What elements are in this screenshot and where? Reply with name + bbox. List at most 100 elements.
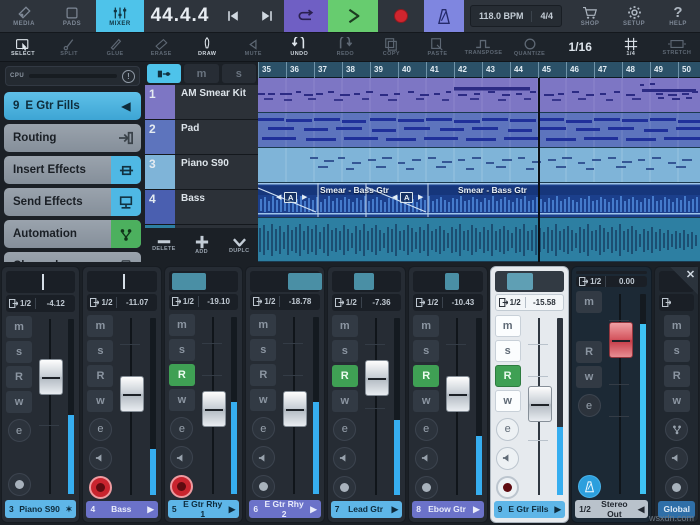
mixer-button[interactable]: MIXER — [96, 0, 144, 32]
time-display[interactable]: 44.4.4 — [144, 0, 216, 32]
pan-slider[interactable] — [413, 271, 482, 292]
tool-select[interactable]: SELECT — [0, 33, 46, 61]
pan-knob[interactable] — [42, 274, 44, 290]
monitor-button[interactable] — [496, 447, 519, 470]
level-value[interactable]: -10.43 — [443, 298, 482, 307]
edit-button[interactable]: e — [578, 394, 601, 417]
edit-button[interactable]: e — [252, 417, 275, 440]
track-row[interactable]: 1 AM Smear Kit — [145, 85, 258, 120]
write-automation-button[interactable]: w — [87, 390, 113, 412]
read-automation-button[interactable]: R — [332, 365, 358, 387]
help-button[interactable]: ? HELP — [656, 0, 700, 32]
global-channel-strip[interactable]: ✕ m s R w — [654, 266, 699, 523]
pan-knob[interactable] — [507, 273, 533, 290]
fader-handle[interactable] — [609, 322, 633, 358]
write-automation-button[interactable]: w — [576, 366, 602, 388]
read-automation-button[interactable]: R — [576, 341, 602, 363]
track-name[interactable]: AM Smear Kit — [175, 85, 258, 119]
pan-slider[interactable] — [495, 271, 564, 292]
fader-handle[interactable] — [120, 376, 144, 412]
write-automation-button[interactable]: w — [6, 391, 32, 413]
fader-area[interactable] — [524, 314, 564, 499]
play-button[interactable] — [328, 0, 378, 32]
channel-strip-3[interactable]: 1/2 -4.12 m s R w e — [1, 266, 80, 523]
lane-track-2[interactable] — [258, 113, 700, 148]
arrange-area[interactable]: 35 36 37 38 39 40 41 42 43 44 45 46 47 4… — [258, 62, 700, 262]
monitor-button[interactable] — [665, 447, 688, 470]
fade-left-arrow-icon[interactable]: ◀ — [276, 193, 281, 201]
pan-slider[interactable] — [87, 271, 156, 292]
loop-button[interactable] — [284, 0, 328, 32]
delete-track-button[interactable]: DELETE — [145, 238, 183, 252]
record-arm-button[interactable] — [170, 475, 193, 498]
go-to-end-button[interactable] — [250, 0, 284, 32]
output-button[interactable]: 1/2 — [87, 298, 116, 307]
master-name-bar[interactable]: 1/2 Stereo Out ◀ — [575, 500, 648, 518]
output-row[interactable]: 1/2 -10.43 — [413, 294, 482, 310]
setup-button[interactable]: SETUP — [612, 0, 656, 32]
output-row[interactable]: 1/2 -4.12 — [6, 295, 75, 312]
write-automation-button[interactable]: w — [664, 390, 690, 412]
write-automation-button[interactable]: w — [332, 390, 358, 412]
record-arm-button[interactable] — [333, 476, 356, 499]
tool-copy[interactable]: COPY — [368, 33, 414, 61]
arrange-lanes[interactable]: Smear - Bass Gtr Smear - Bass Gtr A ◀ ▶ … — [258, 78, 700, 262]
edit-button[interactable]: e — [170, 417, 193, 440]
monitor-button[interactable] — [333, 447, 356, 470]
duplicate-track-button[interactable]: DUPLC — [220, 237, 258, 254]
solo-button[interactable]: s — [6, 341, 32, 363]
fader-area[interactable] — [279, 313, 319, 498]
lane-track-3[interactable] — [258, 148, 700, 183]
level-value[interactable]: -7.36 — [362, 298, 401, 307]
output-button[interactable]: 1/2 — [413, 298, 442, 307]
channel-name-bar[interactable]: 5 E Gtr Rhy 1 ▶ — [168, 500, 239, 518]
channel-name-bar[interactable]: 6 E Gtr Rhy 2 ▶ — [249, 500, 320, 518]
mute-button[interactable]: m — [495, 315, 521, 337]
lane-track-5[interactable] — [258, 218, 700, 262]
fade-right-arrow-icon[interactable]: ▶ — [302, 193, 307, 201]
fader-handle[interactable] — [528, 386, 552, 422]
fade-marker[interactable]: A — [284, 192, 297, 203]
fade-left-arrow-icon[interactable]: ◀ — [392, 193, 397, 201]
record-arm-button[interactable] — [496, 476, 519, 499]
tool-paste[interactable]: PASTE — [414, 33, 460, 61]
chevron-left-icon[interactable]: ◀ — [111, 92, 141, 120]
arrow-right-icon[interactable]: ▶ — [147, 504, 154, 515]
output-row[interactable]: 1/2 -19.10 — [169, 294, 238, 310]
fader-handle[interactable] — [446, 376, 470, 412]
playhead[interactable] — [538, 78, 540, 262]
record-button[interactable] — [378, 0, 424, 32]
level-value[interactable]: -11.07 — [117, 298, 156, 307]
add-track-button[interactable]: ADD — [183, 235, 221, 255]
channel-name-bar[interactable]: 3 Piano S90 ✶ — [5, 500, 76, 518]
monitor-button[interactable] — [170, 446, 193, 469]
level-value[interactable]: -4.12 — [36, 299, 75, 308]
output-button[interactable]: 1/2 — [332, 298, 361, 307]
inspector-routing[interactable]: Routing — [4, 124, 141, 152]
monitor-button[interactable] — [252, 446, 275, 469]
mute-button[interactable]: m — [87, 315, 113, 337]
tool-erase[interactable]: ERASE — [138, 33, 184, 61]
write-automation-button[interactable]: w — [169, 389, 195, 411]
pads-button[interactable]: PADS — [48, 0, 96, 32]
read-automation-button[interactable]: R — [6, 366, 32, 388]
level-value[interactable]: -19.10 — [199, 297, 238, 306]
shop-button[interactable]: SHOP — [568, 0, 612, 32]
write-automation-button[interactable]: w — [250, 389, 276, 411]
solo-button[interactable]: s — [332, 340, 358, 362]
tool-redo[interactable]: REDO — [322, 33, 368, 61]
read-automation-button[interactable]: R — [495, 365, 521, 387]
close-mixer-button[interactable]: ✕ — [670, 267, 698, 295]
metronome-button[interactable] — [424, 0, 464, 32]
fader-area[interactable] — [35, 315, 75, 498]
mute-all-toggle[interactable]: m — [184, 64, 218, 83]
tool-stretch[interactable]: STRETCH — [654, 33, 700, 61]
fader-area[interactable] — [116, 314, 156, 499]
pan-knob[interactable] — [354, 273, 374, 290]
mute-button[interactable]: m — [169, 314, 195, 336]
fader-handle[interactable] — [283, 391, 307, 427]
pan-slider[interactable] — [169, 271, 238, 292]
tool-mute[interactable]: MUTE — [230, 33, 276, 61]
fader-handle[interactable] — [202, 391, 226, 427]
output-button[interactable] — [659, 298, 688, 307]
